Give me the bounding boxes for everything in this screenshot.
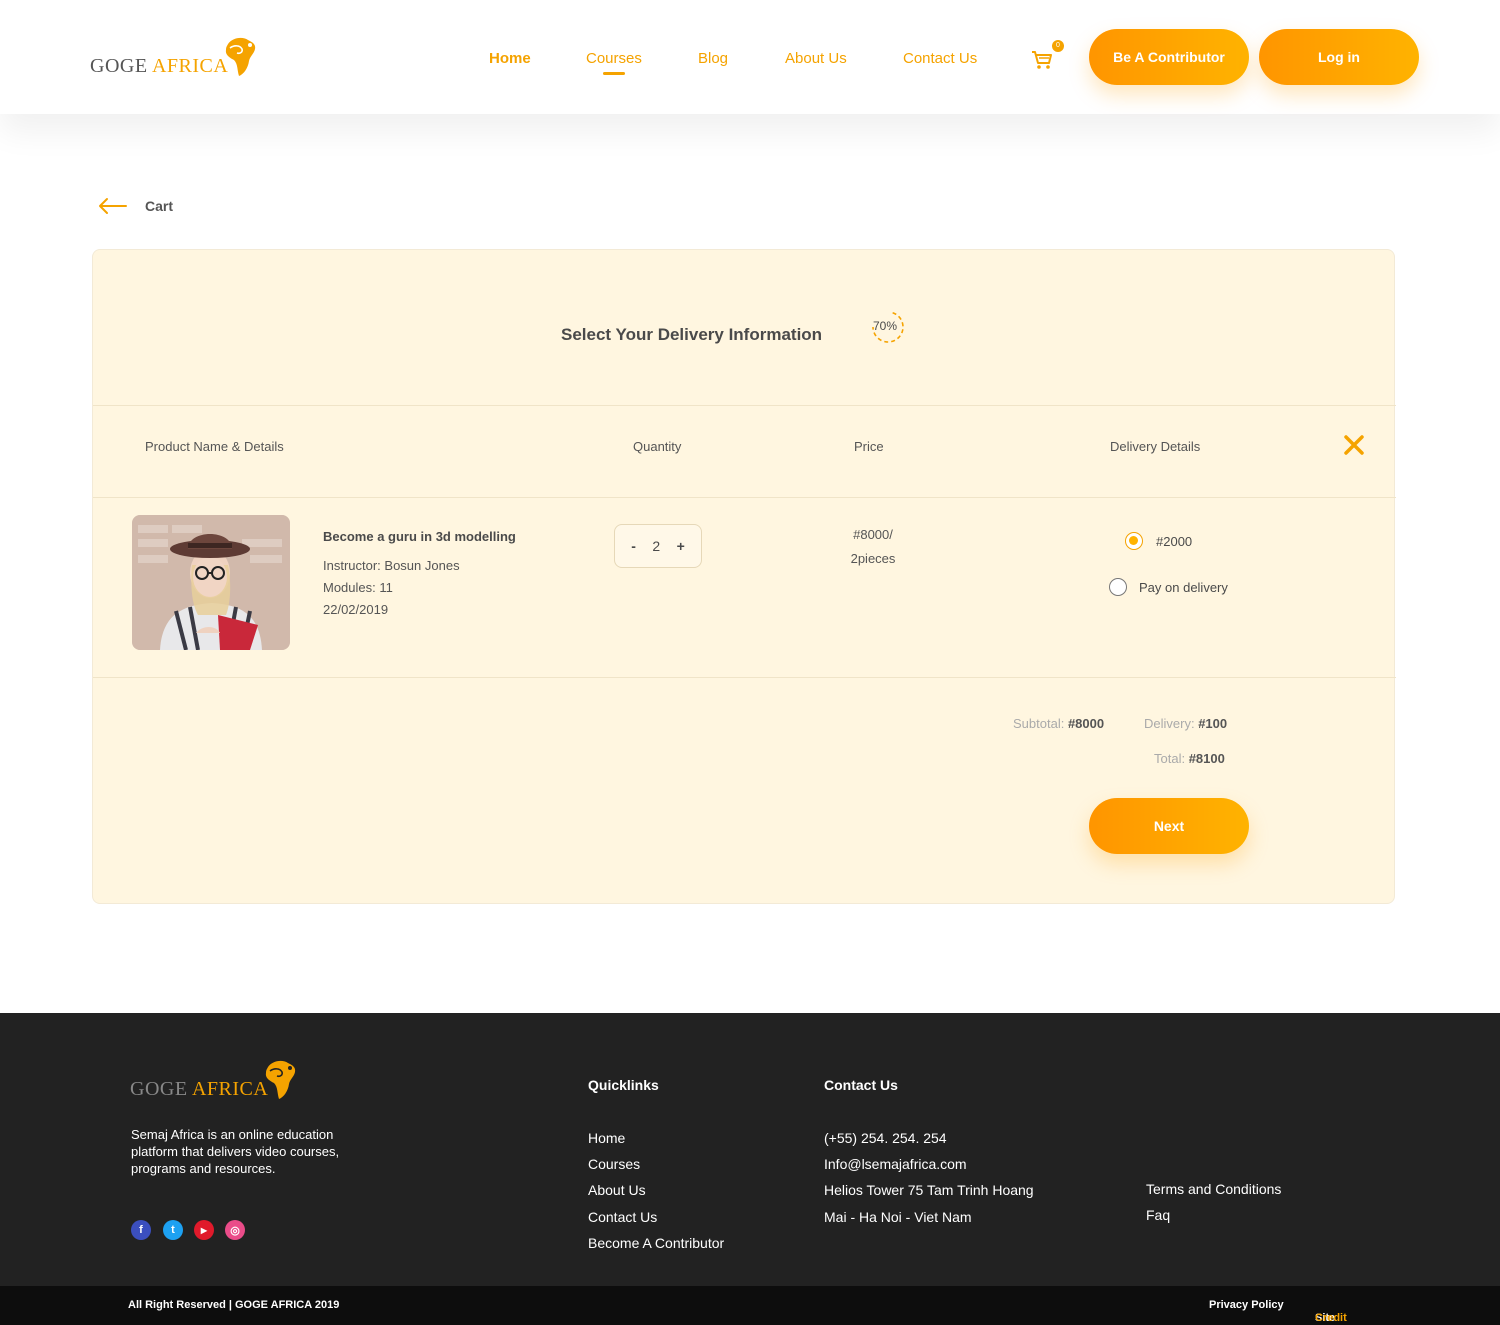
nav-about-us[interactable]: About Us [785,50,847,67]
column-header-product: Product Name & Details [145,439,284,454]
nav-active-indicator [603,72,625,75]
progress-indicator: 70% [866,310,910,344]
total: Total: #8100 [1154,751,1225,766]
nav-courses[interactable]: Courses [586,50,642,67]
africa-map-icon [226,37,256,76]
credit-link[interactable]: Credit [1315,1312,1347,1324]
footer-link-home[interactable]: Home [588,1130,625,1146]
close-icon[interactable] [1343,434,1365,456]
footer-logo-text: GOGE AFRICA [130,1078,269,1100]
youtube-icon[interactable]: ▶ [194,1220,214,1240]
back-label: Cart [145,198,174,214]
nav-home[interactable]: Home [489,50,531,67]
delivery-option-radio-paid[interactable] [1125,532,1143,550]
bottom-bar: All Right Reserved | GOGE AFRICA 2019 Pr… [0,1286,1500,1325]
course-date: 22/02/2019 [323,602,389,617]
shopping-cart-icon[interactable] [1030,48,1054,72]
delivery-option-label-paid: #2000 [1156,534,1193,549]
footer-link-about-us[interactable]: About Us [588,1182,646,1198]
facebook-icon[interactable]: f [131,1220,151,1240]
panel-title: Select Your Delivery Information [561,325,823,344]
next-button[interactable]: Next [1089,798,1249,854]
quantity-value: 2 [652,538,661,554]
footer-description: Semaj Africa is an online education plat… [131,1127,340,1176]
logo-text: GOGE AFRICA [90,55,229,77]
quantity-stepper: - 2 + [614,524,702,568]
divider [93,497,1396,498]
subtotal-value: #8000 [1067,716,1105,731]
price-cell: #8000/ 2pieces [833,523,913,571]
quicklinks-heading: Quicklinks [588,1077,659,1093]
contact-heading: Contact Us [824,1077,898,1093]
login-button[interactable]: Log in [1259,29,1419,85]
divider [93,405,1396,406]
delivery-fee: Delivery: #100 [1144,716,1228,731]
progress-label: 70% [873,319,898,333]
footer-link-faq[interactable]: Faq [1146,1207,1170,1223]
site-header: GOGE AFRICA Home Courses Blog About Us C… [0,0,1500,114]
course-title: Become a guru in 3d modelling [323,529,516,544]
footer-logo[interactable]: GOGE AFRICA [130,1059,298,1101]
footer-link-contact-us[interactable]: Contact Us [588,1209,657,1225]
africa-map-icon [266,1060,296,1099]
column-header-quantity: Quantity [633,439,682,454]
column-header-price: Price [854,439,884,454]
cart-count-badge: 0 [1052,40,1064,52]
total-value: #8100 [1188,751,1225,766]
twitter-icon[interactable]: t [163,1220,183,1240]
contact-address-line2: Mai - Ha Noi - Viet Nam [824,1209,972,1225]
site-footer: GOGE AFRICA Semaj Africa is an online ed… [0,1013,1500,1286]
contact-email[interactable]: Info@lsemajafrica.com [824,1156,967,1172]
contact-address-line1: Helios Tower 75 Tam Trinh Hoang [824,1182,1034,1198]
site-logo[interactable]: GOGE AFRICA [90,36,258,78]
dribbble-icon[interactable]: ◎ [225,1220,245,1240]
delivery-fee-value: #100 [1198,716,1228,731]
course-thumbnail-image [132,515,290,650]
price-unit: 2pieces [850,551,896,566]
copyright-text: All Right Reserved | GOGE AFRICA 2019 [128,1299,340,1311]
footer-link-become-contributor[interactable]: Become A Contributor [588,1235,724,1251]
arrow-left-icon [99,198,127,214]
price-amount: #8000/ [853,527,893,542]
delivery-option-label-pay-on-delivery: Pay on delivery [1139,580,1228,595]
contact-phone: (+55) 254. 254. 254 [824,1130,947,1146]
nav-blog[interactable]: Blog [698,50,728,67]
privacy-policy-link[interactable]: Privacy Policy [1209,1299,1284,1311]
decrease-quantity-button[interactable]: - [631,538,636,554]
subtotal: Subtotal: #8000 [1013,716,1105,731]
footer-link-courses[interactable]: Courses [588,1156,640,1172]
nav-contact-us[interactable]: Contact Us [903,50,977,67]
divider [93,677,1396,678]
be-a-contributor-button[interactable]: Be A Contributor [1089,29,1249,85]
course-instructor: Instructor: Bosun Jones [323,558,460,573]
course-modules: Modules: 11 [323,580,393,595]
back-to-cart-link[interactable]: Cart [96,196,173,216]
footer-link-terms[interactable]: Terms and Conditions [1146,1181,1281,1197]
column-header-delivery: Delivery Details [1110,439,1201,454]
increase-quantity-button[interactable]: + [677,538,685,554]
delivery-option-radio-pay-on-delivery[interactable] [1109,578,1127,596]
delivery-panel: Select Your Delivery Information 70% Pro… [92,249,1396,904]
